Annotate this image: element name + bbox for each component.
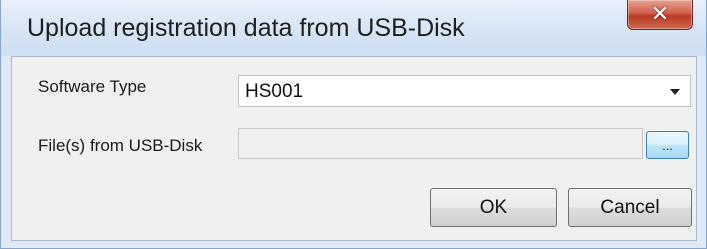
files-label: File(s) from USB-Disk [38, 136, 203, 155]
software-type-select[interactable]: HS001 [238, 75, 691, 107]
chevron-down-icon[interactable] [670, 89, 680, 95]
cancel-button[interactable]: Cancel [568, 188, 692, 227]
files-field[interactable] [238, 128, 643, 159]
ok-button[interactable]: OK [430, 188, 557, 227]
upload-dialog: Upload registration data from USB-Disk ✕… [0, 0, 707, 249]
title-bar[interactable]: Upload registration data from USB-Disk ✕ [1, 0, 706, 56]
close-icon: ✕ [650, 1, 670, 27]
close-button[interactable]: ✕ [627, 0, 693, 30]
browse-button[interactable]: ... [646, 131, 689, 159]
software-type-label: Software Type [38, 77, 147, 96]
dialog-title: Upload registration data from USB-Disk [27, 14, 465, 42]
dialog-body: Software Type HS001 File(s) from USB-Dis… [11, 56, 697, 241]
software-type-value: HS001 [245, 81, 304, 102]
